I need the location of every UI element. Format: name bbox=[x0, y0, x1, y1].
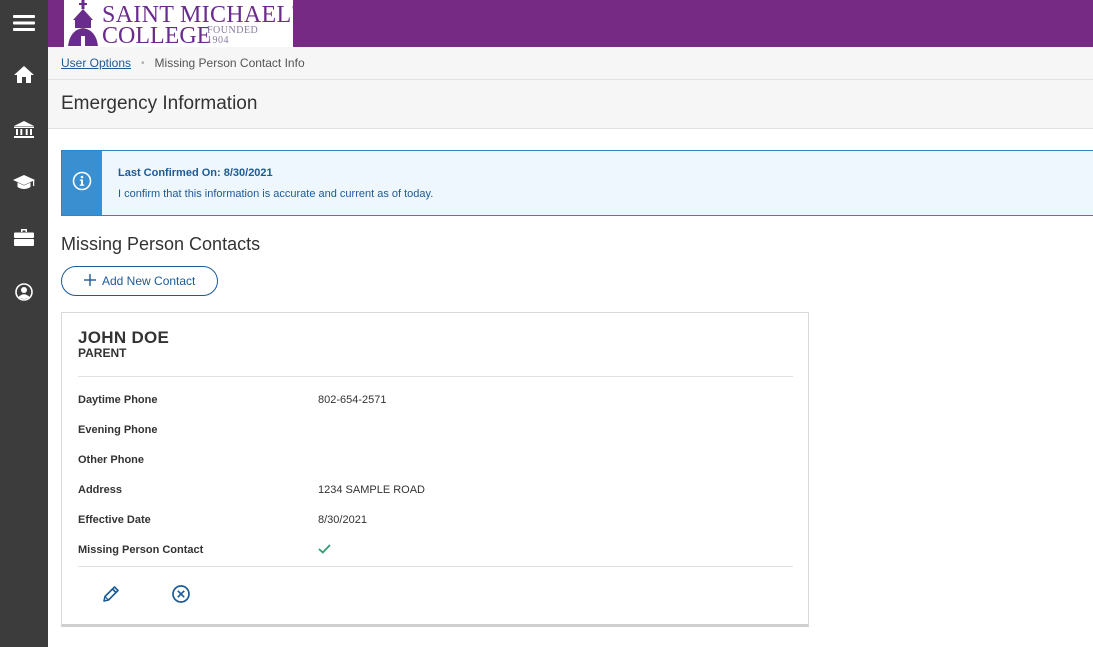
briefcase-icon bbox=[14, 228, 34, 246]
page-title: Emergency Information bbox=[61, 93, 258, 114]
bank-icon bbox=[14, 120, 34, 138]
confirmation-alert: Last Confirmed On: 8/30/2021 I confirm t… bbox=[61, 150, 1093, 216]
alert-text: I confirm that this information is accur… bbox=[118, 188, 434, 200]
checkmark-icon bbox=[318, 544, 331, 557]
section-title: Missing Person Contacts bbox=[61, 234, 261, 254]
add-new-contact-label: Add New Contact bbox=[102, 274, 196, 288]
contact-card: JOHN DOE PARENT Daytime Phone 802-654-25… bbox=[61, 312, 809, 627]
user-circle-icon bbox=[15, 283, 33, 301]
field-label: Evening Phone bbox=[78, 424, 158, 436]
close-circle-icon bbox=[171, 584, 191, 609]
sidebar-item-finances[interactable] bbox=[0, 109, 48, 149]
address-value: 1234 SAMPLE ROAD bbox=[318, 484, 425, 496]
logo-founded: FOUNDED 1904 bbox=[207, 25, 259, 46]
hamburger-menu-icon bbox=[13, 14, 35, 32]
contact-name: JOHN DOE bbox=[78, 328, 170, 347]
breadcrumb-user-options-link[interactable]: User Options bbox=[61, 56, 131, 70]
field-label: Address bbox=[78, 484, 123, 496]
top-bar: SAINT MICHAEL'S COLLEGE FOUNDED 1904 bbox=[48, 0, 1093, 47]
sidebar bbox=[0, 0, 48, 647]
field-label: Other Phone bbox=[78, 454, 145, 466]
home-icon bbox=[14, 65, 34, 83]
edit-contact-button[interactable] bbox=[99, 584, 123, 608]
sidebar-item-home[interactable] bbox=[0, 54, 48, 94]
field-label: Missing Person Contact bbox=[78, 544, 204, 556]
breadcrumb-current: Missing Person Contact Info bbox=[154, 56, 305, 70]
logo-line2: COLLEGE bbox=[102, 23, 212, 47]
breadcrumb-separator: • bbox=[141, 57, 145, 69]
menu-button[interactable] bbox=[0, 3, 48, 43]
field-label: Effective Date bbox=[78, 514, 151, 526]
sidebar-item-profile[interactable] bbox=[0, 272, 48, 312]
college-logo[interactable]: SAINT MICHAEL'S COLLEGE FOUNDED 1904 bbox=[64, 0, 293, 47]
sidebar-item-employment[interactable] bbox=[0, 217, 48, 257]
missing-person-contact-value bbox=[318, 544, 331, 557]
graduation-cap-icon bbox=[13, 175, 35, 191]
field-label: Daytime Phone bbox=[78, 394, 158, 406]
alert-title: Last Confirmed On: 8/30/2021 bbox=[118, 167, 273, 179]
alert-icon-box bbox=[62, 151, 102, 215]
card-divider bbox=[78, 376, 793, 377]
plus-icon bbox=[84, 273, 102, 289]
card-divider bbox=[78, 566, 793, 567]
delete-contact-button[interactable] bbox=[169, 584, 193, 608]
info-icon bbox=[72, 171, 92, 196]
add-new-contact-button[interactable]: Add New Contact bbox=[61, 266, 218, 296]
pencil-icon bbox=[101, 584, 121, 609]
chapel-icon bbox=[68, 0, 98, 46]
contact-relationship: PARENT bbox=[78, 346, 127, 360]
sidebar-item-academics[interactable] bbox=[0, 163, 48, 203]
daytime-phone-value: 802-654-2571 bbox=[318, 394, 387, 406]
effective-date-value: 8/30/2021 bbox=[318, 514, 367, 526]
breadcrumb: User Options • Missing Person Contact In… bbox=[48, 47, 1093, 80]
page-title-bar: Emergency Information bbox=[48, 80, 1093, 129]
